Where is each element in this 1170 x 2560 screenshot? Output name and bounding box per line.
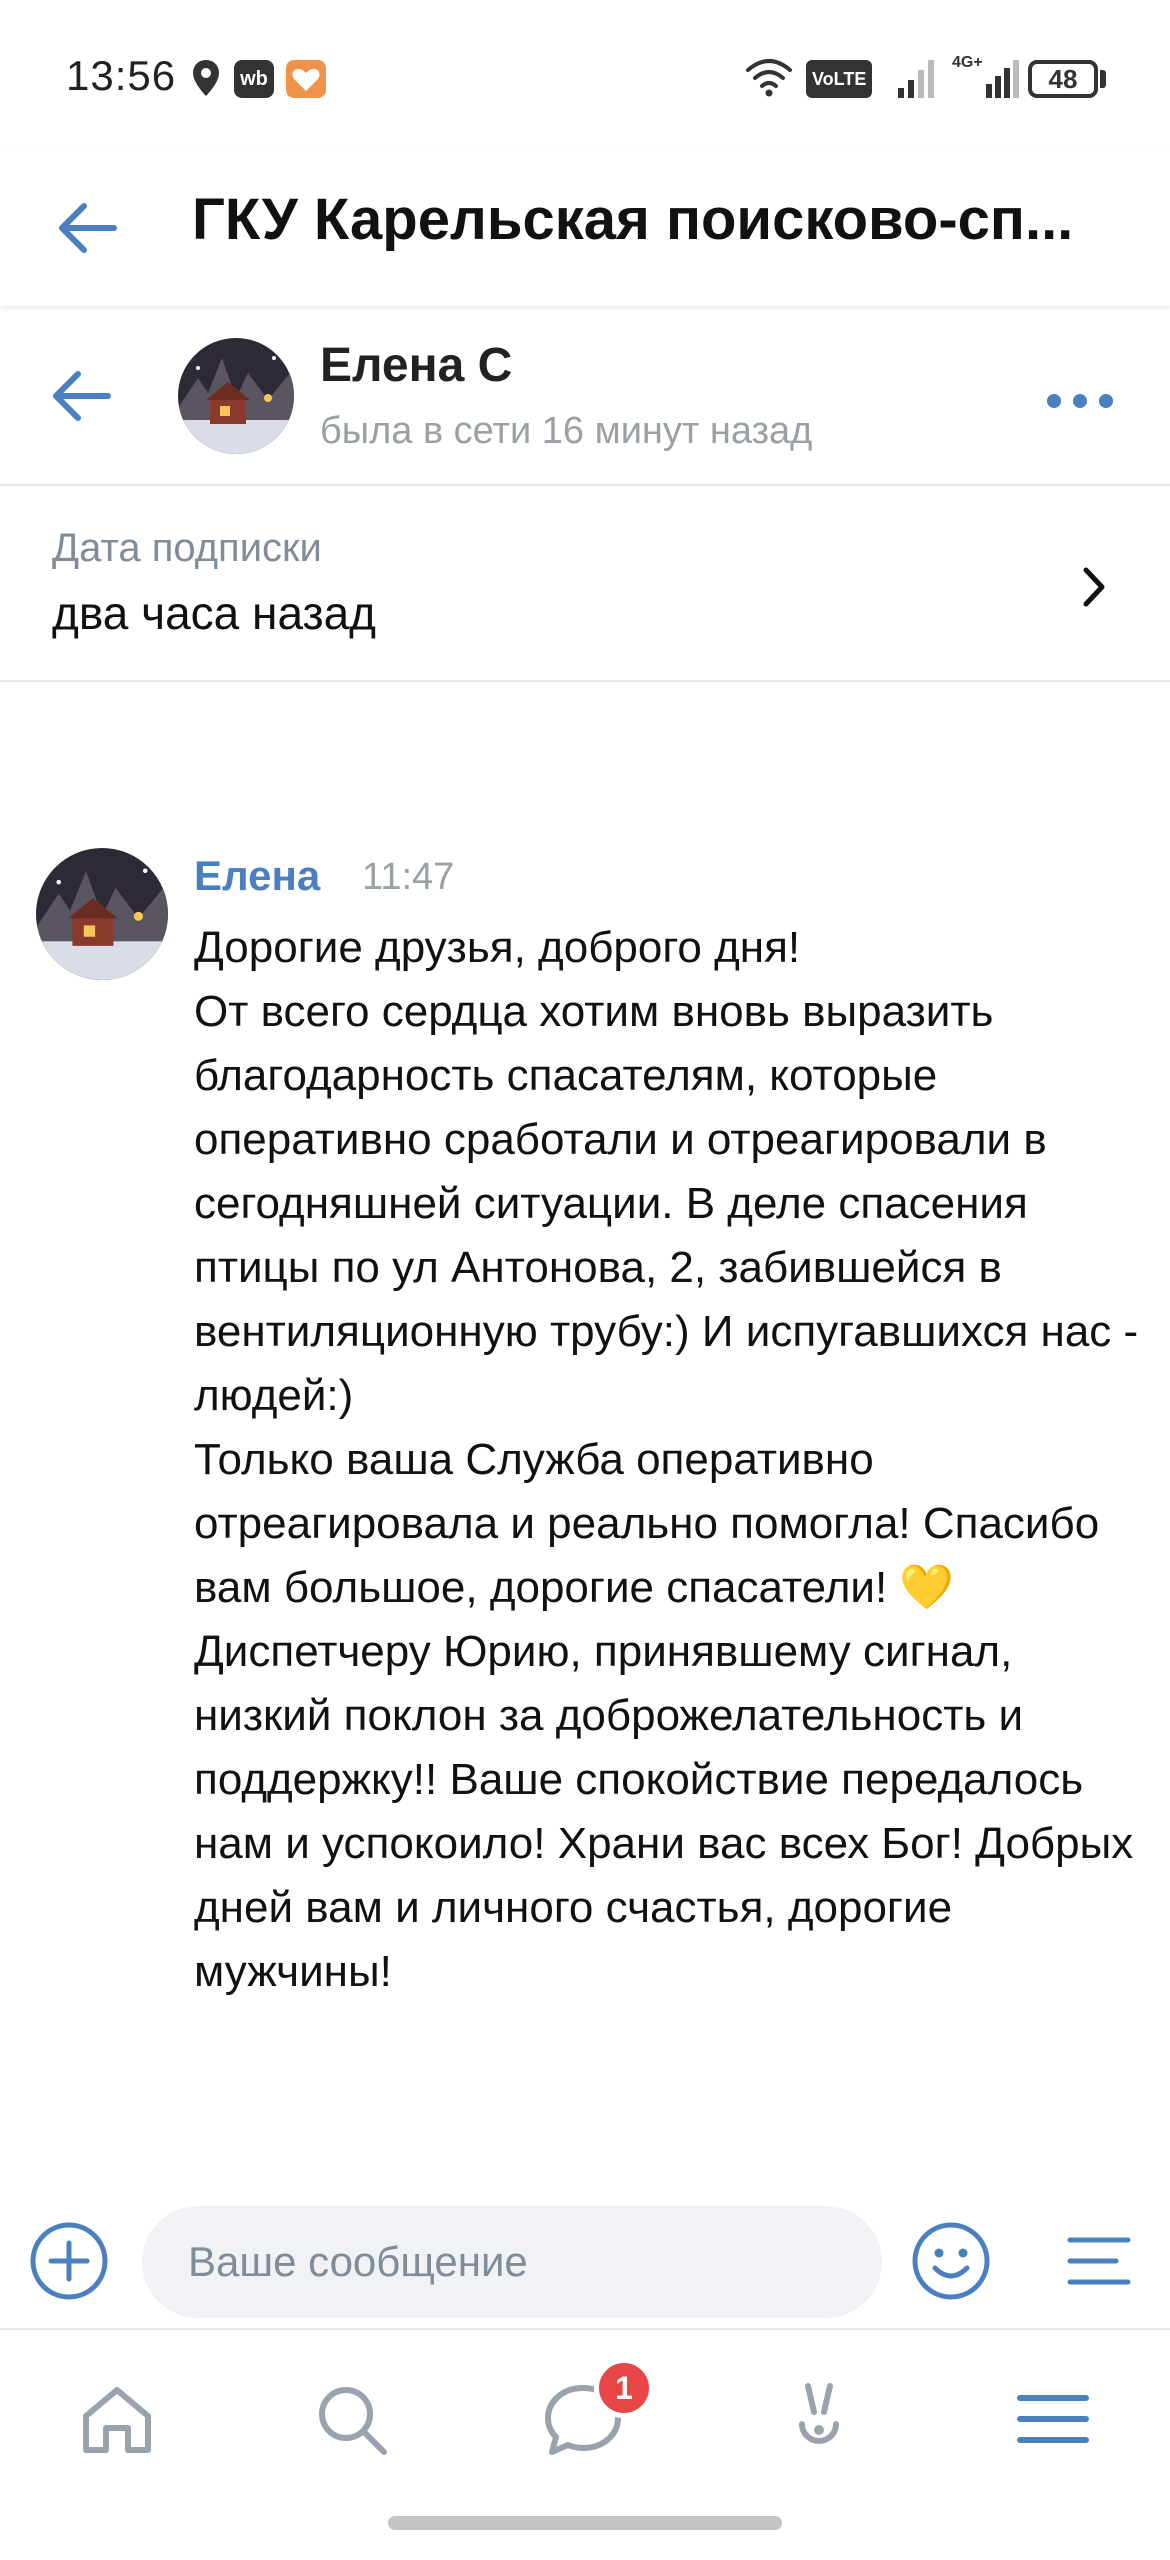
menu-icon[interactable]	[1008, 2374, 1098, 2464]
message-paragraph: Диспетчеру Юрию, принявшему сигнал, низк…	[194, 1627, 1134, 1996]
message-text: Дорогие друзья, доброго дня! От всего се…	[194, 916, 1154, 2004]
message-time: 11:47	[362, 856, 455, 898]
contact-back-arrow-icon[interactable]	[42, 356, 122, 436]
message-author[interactable]: Елена	[194, 852, 320, 900]
page-title: ГКУ Карельская поисково-сп...	[192, 187, 1074, 252]
menu-lines-icon[interactable]	[1054, 2216, 1144, 2306]
home-icon[interactable]	[72, 2374, 162, 2464]
message-paragraph: Дорогие друзья, доброго дня!	[194, 923, 801, 972]
contact-avatar[interactable]	[178, 338, 294, 454]
network-type-label: 4G+	[952, 54, 983, 71]
chevron-right-icon[interactable]	[1070, 562, 1120, 612]
signal-icon	[898, 60, 934, 98]
subscription-label: Дата подписки	[52, 526, 322, 570]
message-composer: Ваше сообщение	[0, 2196, 1170, 2326]
wb-app-icon: wb	[234, 60, 274, 98]
message-paragraph: От всего сердца хотим вновь выразить бла…	[194, 987, 1139, 1420]
add-attachment-icon[interactable]	[24, 2216, 114, 2306]
page: 13:56 wb VoLTE 4G+ 48 ГКУ Карельская пои…	[0, 0, 1170, 2560]
status-bar: 13:56 wb VoLTE 4G+ 48	[0, 0, 1170, 150]
message-paragraph: Только ваша Служба оперативно отреагиров…	[194, 1435, 1100, 1612]
message-input[interactable]: Ваше сообщение	[142, 2206, 882, 2318]
contact-bar[interactable]: Елена С была в сети 16 минут назад	[0, 306, 1170, 486]
bottom-tab-bar: 1	[0, 2328, 1170, 2560]
messages-badge: 1	[594, 2358, 654, 2418]
heart-app-icon	[286, 60, 326, 98]
battery-tip	[1100, 70, 1106, 88]
home-indicator	[388, 2516, 782, 2530]
clips-icon[interactable]	[774, 2374, 864, 2464]
subscription-info[interactable]: Дата подписки два часа назад	[0, 486, 1170, 682]
subscription-date: два часа назад	[52, 587, 377, 639]
contact-name: Елена С	[320, 339, 513, 392]
signal-4g-icon	[986, 60, 1019, 98]
location-icon	[193, 60, 219, 96]
battery-icon: 48	[1028, 60, 1098, 98]
contact-online-status: была в сети 16 минут назад	[320, 410, 813, 452]
more-options-icon[interactable]	[1040, 376, 1120, 426]
search-icon[interactable]	[306, 2374, 396, 2464]
back-arrow-icon[interactable]	[48, 188, 128, 268]
emoji-icon[interactable]	[906, 2216, 996, 2306]
app-header: ГКУ Карельская поисково-сп...	[0, 150, 1170, 306]
wifi-icon	[746, 59, 792, 97]
status-time: 13:56	[66, 52, 177, 99]
message-avatar[interactable]	[36, 848, 168, 980]
volte-icon: VoLTE	[806, 60, 873, 98]
